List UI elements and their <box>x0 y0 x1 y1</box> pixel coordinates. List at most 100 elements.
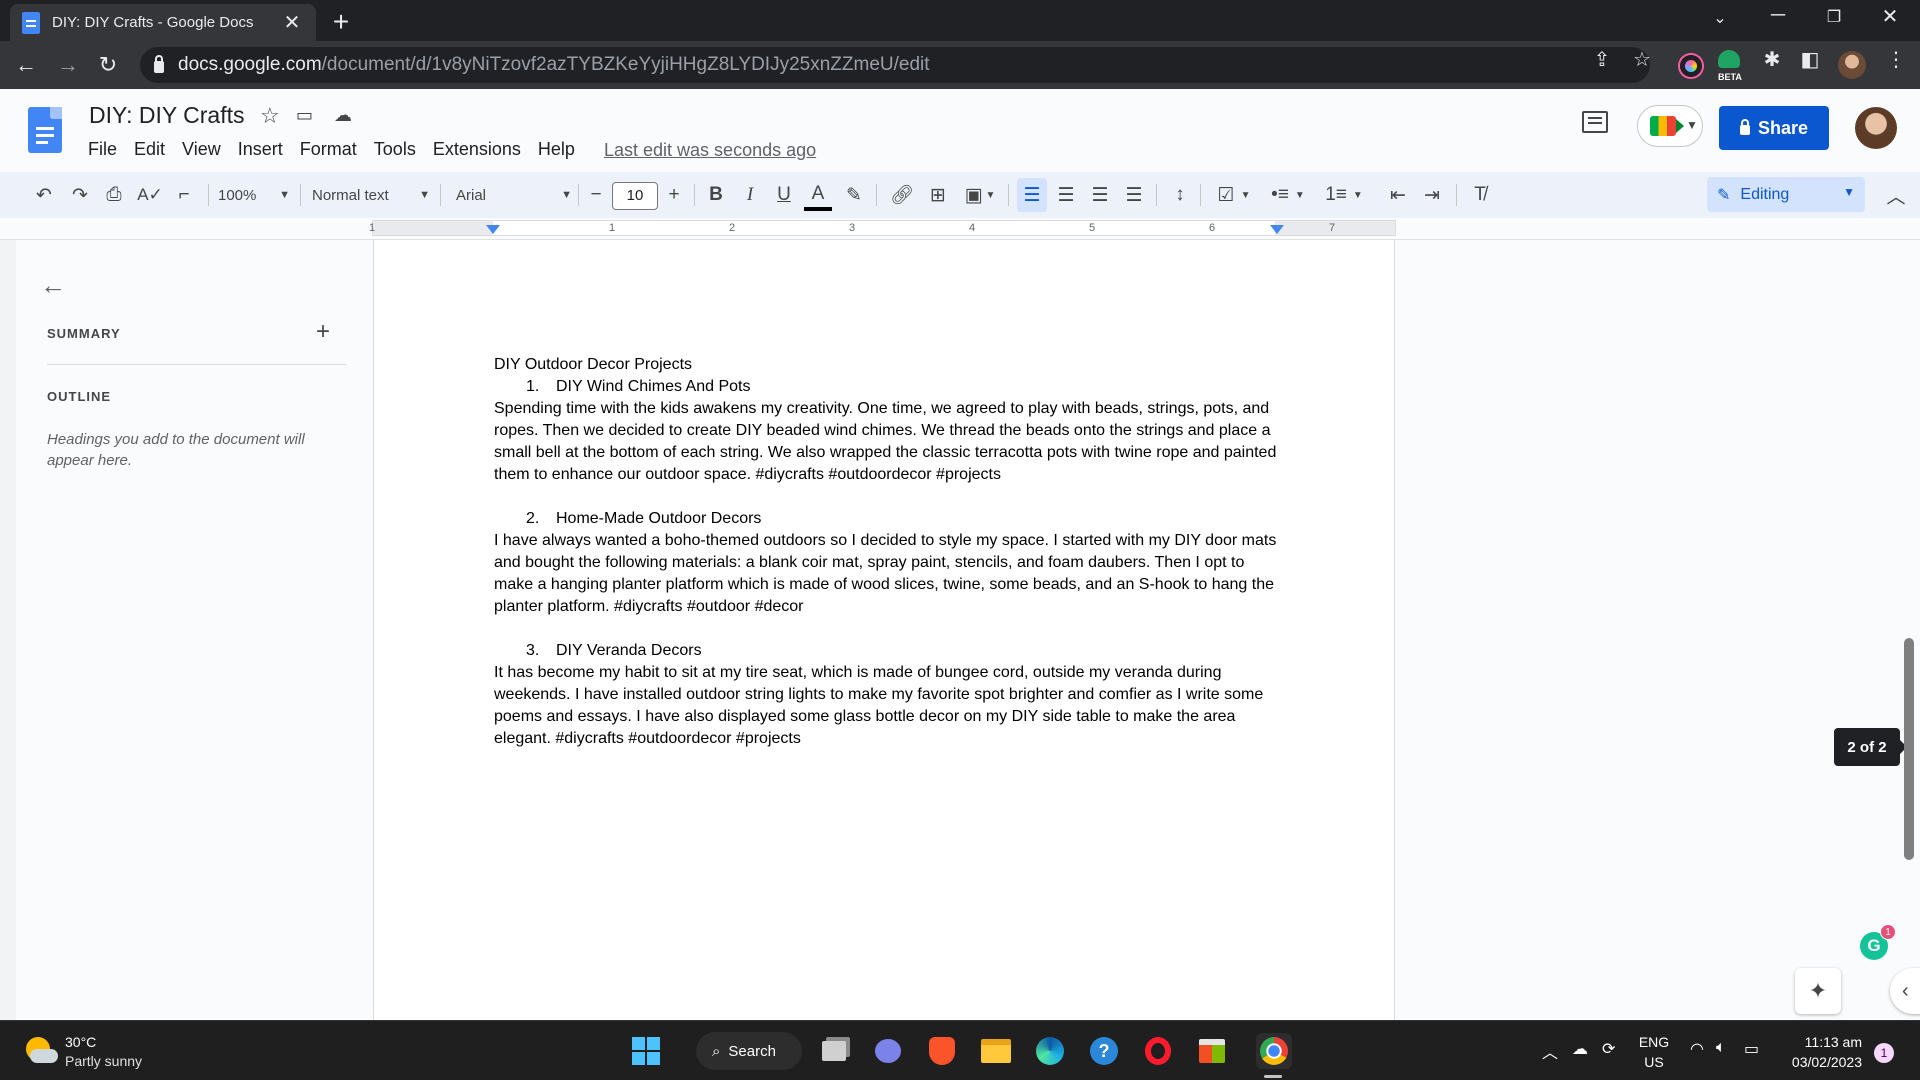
language-code[interactable]: ENG <box>1636 1034 1672 1050</box>
vertical-scrollbar[interactable] <box>1904 638 1914 860</box>
align-right-icon[interactable]: ☰ <box>1086 181 1114 209</box>
chrome-browser-icon[interactable] <box>1256 1033 1292 1069</box>
align-center-icon[interactable]: ☰ <box>1052 181 1080 209</box>
editing-mode-select[interactable]: ✎ Editing ▼ <box>1707 177 1865 212</box>
brave-browser-icon[interactable] <box>924 1033 960 1069</box>
chrome-menu-icon[interactable]: ⋮ <box>1884 47 1908 72</box>
extension-ring-icon[interactable] <box>1680 55 1702 77</box>
get-help-icon[interactable]: ? <box>1086 1033 1122 1069</box>
edge-browser-icon[interactable] <box>1032 1033 1068 1069</box>
file-explorer-icon[interactable] <box>978 1033 1014 1069</box>
side-panel-toggle-chevron-icon[interactable]: ‹ <box>1890 968 1920 1014</box>
back-button[interactable]: ← <box>10 49 42 81</box>
align-left-icon[interactable]: ☰ <box>1018 181 1046 209</box>
weather-temperature[interactable]: 30°C <box>65 1034 96 1050</box>
cloud-status-icon[interactable]: ☁ <box>334 105 352 126</box>
reload-button[interactable]: ↻ <box>92 49 124 81</box>
share-button[interactable]: Share <box>1719 106 1829 150</box>
task-view-icon[interactable] <box>816 1033 852 1069</box>
underline-icon[interactable]: U <box>770 181 798 209</box>
last-edit-link[interactable]: Last edit was seconds ago <box>604 140 816 161</box>
increase-font-size-button[interactable]: + <box>662 181 686 209</box>
bold-icon[interactable]: B <box>702 181 730 209</box>
hide-menus-chevron-up-icon[interactable]: ︿ <box>1882 181 1910 209</box>
font-select[interactable]: Arial ▼ <box>456 181 572 209</box>
wifi-icon[interactable]: ◠ <box>1690 1039 1704 1059</box>
add-comment-icon[interactable]: ⊞ <box>924 181 952 209</box>
explore-sparkle-icon[interactable]: ✦ <box>1795 968 1841 1014</box>
decrease-font-size-button[interactable]: − <box>584 181 608 209</box>
print-icon[interactable]: ⎙ <box>100 181 128 209</box>
clock-time[interactable]: 11:13 am <box>1778 1034 1862 1050</box>
justify-icon[interactable]: ☰ <box>1120 181 1148 209</box>
font-size-input[interactable]: 10 <box>612 182 658 210</box>
spellcheck-icon[interactable]: A✓ <box>136 181 164 209</box>
onedrive-cloud-icon[interactable]: ☁ <box>1572 1039 1588 1059</box>
right-indent-marker[interactable] <box>1270 225 1284 234</box>
menu-help[interactable]: Help <box>538 139 584 160</box>
bulleted-list-icon[interactable]: •≡ ▼ <box>1264 181 1312 209</box>
move-folder-icon[interactable]: ▭ <box>296 105 313 126</box>
profile-avatar-small[interactable] <box>1838 51 1866 79</box>
side-panel-icon[interactable]: ◧ <box>1798 47 1822 72</box>
restore-button[interactable]: ❐ <box>1814 7 1854 27</box>
menu-tools[interactable]: Tools <box>374 139 425 160</box>
microsoft-store-icon[interactable] <box>1194 1033 1230 1069</box>
zoom-select[interactable]: 100% ▼ <box>218 181 290 209</box>
paint-format-icon[interactable]: ⌐ <box>170 181 198 209</box>
lock-icon[interactable] <box>154 55 164 73</box>
star-icon[interactable]: ☆ <box>260 103 280 129</box>
browser-tab[interactable]: DIY: DIY Crafts - Google Docs ✕ <box>10 4 316 41</box>
start-windows-icon[interactable] <box>628 1033 664 1069</box>
language-region[interactable]: US <box>1636 1054 1672 1070</box>
show-hidden-icons-chevron-icon[interactable]: ︿ <box>1542 1039 1558 1063</box>
menu-edit[interactable]: Edit <box>134 139 174 160</box>
text-color-icon[interactable]: A <box>804 181 832 211</box>
taskbar-search-button[interactable]: ⌕ Search <box>696 1032 802 1070</box>
menu-insert[interactable]: Insert <box>238 139 292 160</box>
sync-icon[interactable]: ⟳ <box>1602 1039 1615 1059</box>
teams-chat-icon[interactable] <box>870 1033 906 1069</box>
decrease-indent-icon[interactable]: ⇤ <box>1384 181 1412 209</box>
document-body[interactable]: DIY Outdoor Decor Projects 1. DIY Wind Ch… <box>494 354 1284 772</box>
paragraph-style-select[interactable]: Normal text ▼ <box>312 181 430 209</box>
line-spacing-icon[interactable]: ↕ <box>1166 181 1194 209</box>
account-avatar[interactable] <box>1855 107 1897 149</box>
insert-link-icon[interactable]: 🔗︎ <box>888 181 916 209</box>
add-summary-icon[interactable]: + <box>316 318 330 346</box>
undo-icon[interactable]: ↶ <box>30 181 58 209</box>
highlight-color-icon[interactable]: ✎ <box>840 181 868 209</box>
close-window-button[interactable]: ✕ <box>1870 4 1910 29</box>
insert-image-icon[interactable]: ▣ ▼ <box>960 181 1000 209</box>
battery-icon[interactable]: ▭ <box>1744 1039 1759 1059</box>
redo-icon[interactable]: ↷ <box>66 181 94 209</box>
notification-count-badge[interactable]: 1 <box>1874 1043 1894 1063</box>
bookmark-star-icon[interactable]: ☆ <box>1630 47 1654 72</box>
document-title[interactable]: DIY: DIY Crafts <box>89 102 245 129</box>
meet-button[interactable]: ▼ <box>1637 105 1703 147</box>
forward-button[interactable]: → <box>52 49 84 81</box>
menu-file[interactable]: File <box>88 139 126 160</box>
menu-extensions[interactable]: Extensions <box>433 139 530 160</box>
checklist-icon[interactable]: ☑ ▼ <box>1210 181 1258 209</box>
tab-search-icon[interactable]: ⌄ <box>1700 8 1740 28</box>
extensions-puzzle-icon[interactable]: ✱ <box>1760 47 1784 72</box>
close-tab-icon[interactable]: ✕ <box>280 10 304 35</box>
opera-browser-icon[interactable] <box>1140 1033 1176 1069</box>
comments-icon[interactable] <box>1582 111 1608 133</box>
increase-indent-icon[interactable]: ⇥ <box>1418 181 1446 209</box>
close-outline-arrow-icon[interactable]: ← <box>40 270 66 301</box>
clear-formatting-icon[interactable]: T̸ <box>1466 181 1494 209</box>
weather-partly-sunny-icon[interactable] <box>26 1037 58 1067</box>
docs-logo-icon[interactable] <box>28 107 62 153</box>
extension-beta-icon[interactable] <box>1718 50 1740 68</box>
share-page-icon[interactable]: ⇪ <box>1590 47 1614 72</box>
new-tab-button[interactable]: + <box>326 6 356 38</box>
minimize-button[interactable]: ─ <box>1758 4 1798 27</box>
numbered-list-icon[interactable]: 1≡ ▼ <box>1320 181 1368 209</box>
menu-view[interactable]: View <box>182 139 230 160</box>
menu-format[interactable]: Format <box>300 139 366 160</box>
weather-description[interactable]: Partly sunny <box>65 1053 142 1069</box>
italic-icon[interactable]: I <box>736 181 764 209</box>
document-page[interactable]: DIY Outdoor Decor Projects 1. DIY Wind Ch… <box>373 240 1395 1020</box>
